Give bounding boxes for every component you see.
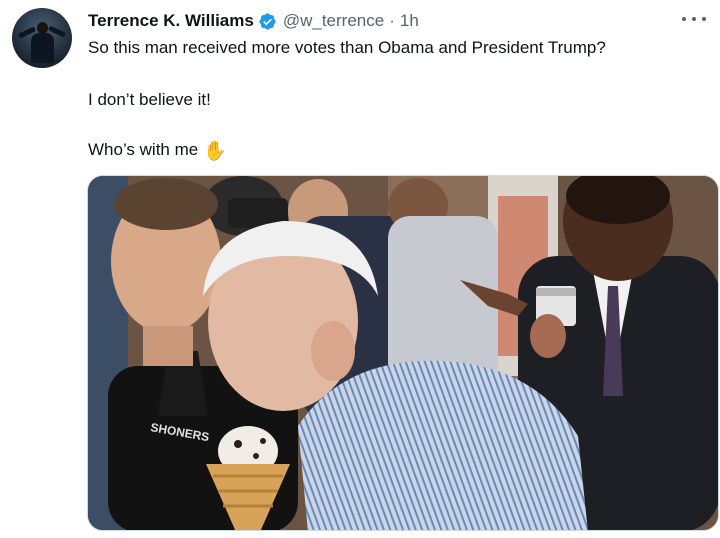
author-handle[interactable]: @w_terrence <box>283 11 384 31</box>
header-separator: · <box>389 11 395 30</box>
photo-scene: SHONERS <box>88 176 718 530</box>
author-avatar[interactable] <box>12 8 72 68</box>
verified-badge-icon <box>259 12 276 30</box>
tweet-card: Terrence K. Williams @w_terrence · 1h So… <box>0 0 720 538</box>
author-name[interactable]: Terrence K. Williams <box>88 11 254 31</box>
tweet-text-line-with-emoji: Who’s with me ✋ <box>88 139 227 163</box>
tweet-timestamp[interactable]: 1h <box>400 11 419 31</box>
more-options-icon[interactable] <box>682 12 706 26</box>
avatar-figure-body <box>31 33 54 63</box>
tweet-text: Who’s with me <box>88 140 199 159</box>
tweet-text-line: So this man received more votes than Oba… <box>88 38 606 57</box>
raised-hand-icon: ✋ <box>203 141 227 162</box>
tweet-text-line: I don’t believe it! <box>88 90 211 109</box>
tweet-header: Terrence K. Williams @w_terrence · 1h <box>88 9 419 33</box>
tweet-photo[interactable]: SHONERS <box>87 175 719 531</box>
avatar-figure-head <box>37 22 48 34</box>
